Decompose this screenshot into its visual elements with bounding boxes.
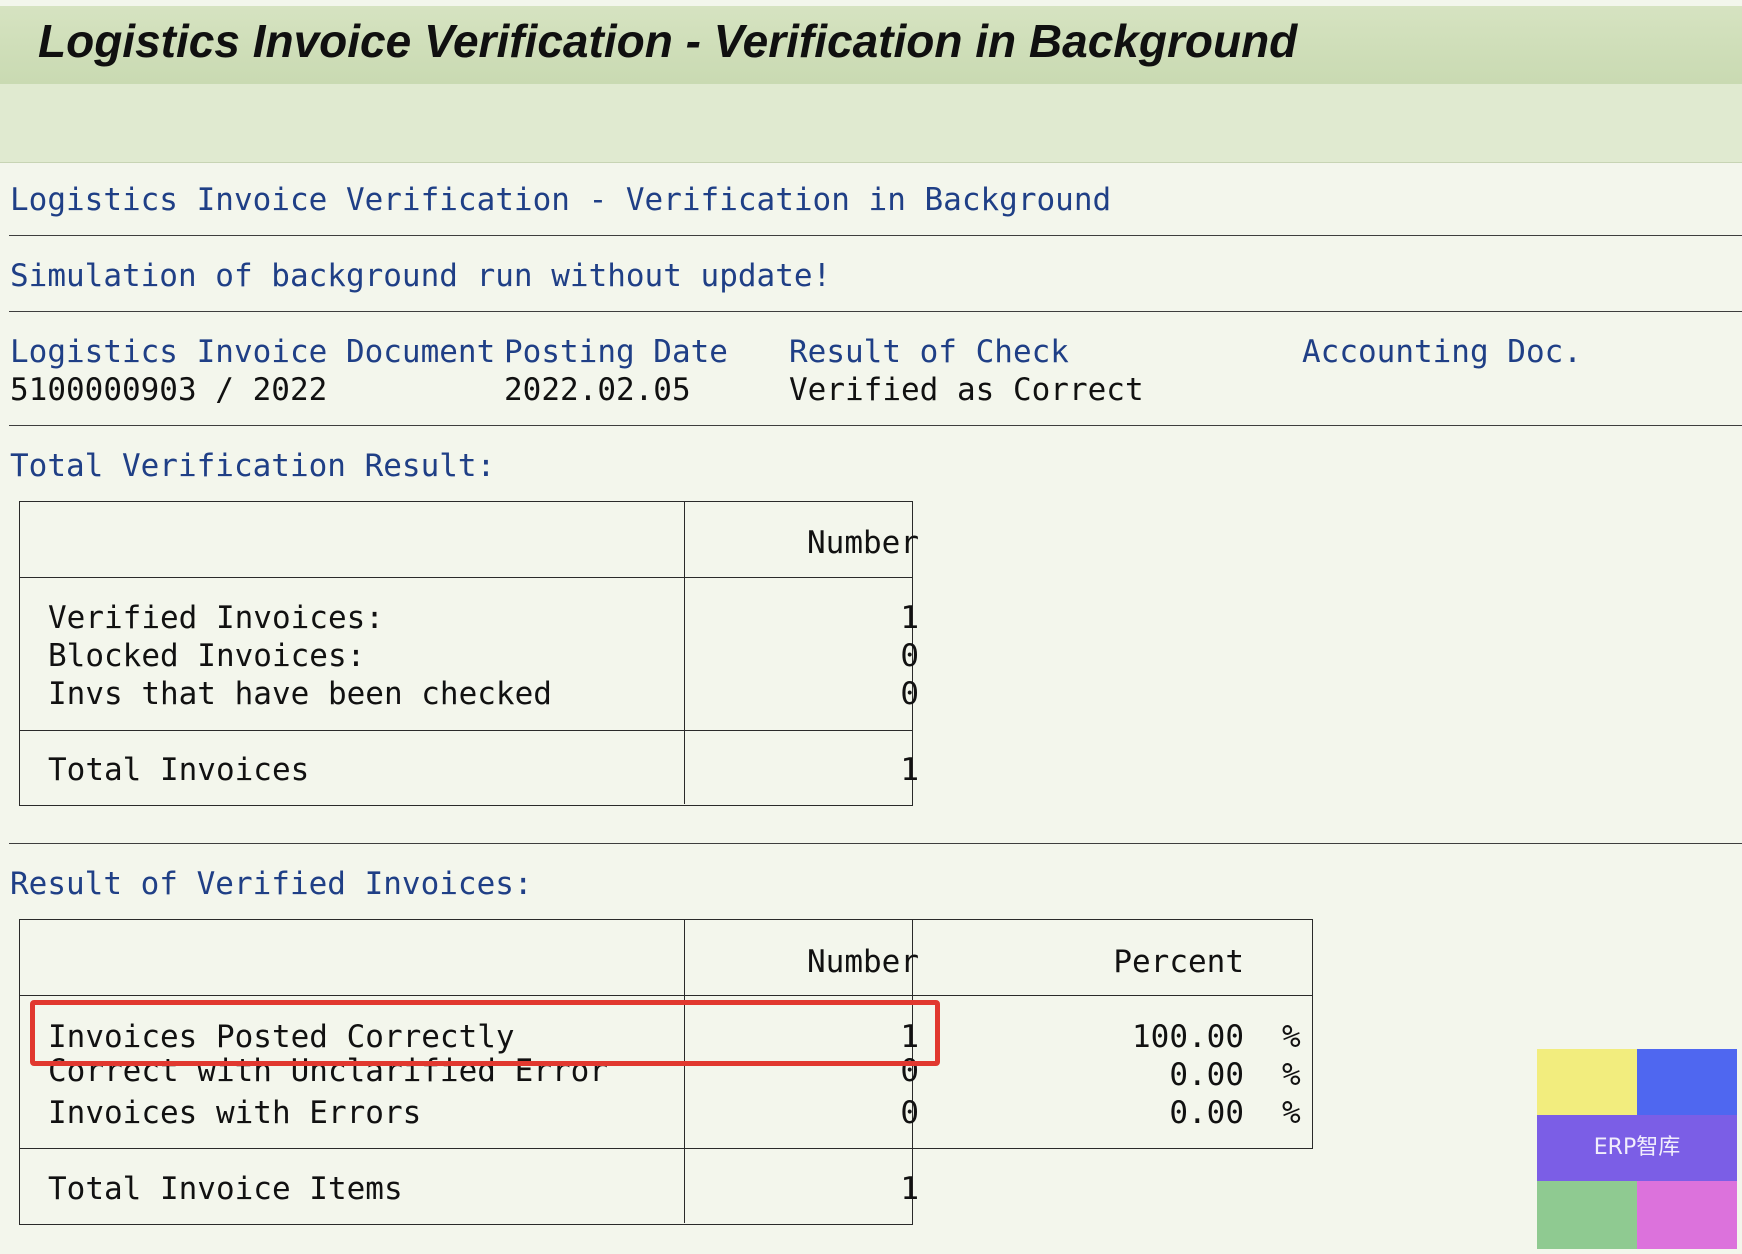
separator-line xyxy=(9,235,1742,236)
separator-line xyxy=(9,843,1742,844)
table-row-value: 0 xyxy=(900,638,919,674)
table-row-value: 1 xyxy=(900,600,919,636)
table-row-label: Invs that have been checked xyxy=(48,676,552,712)
title-bar: Logistics Invoice Verification - Verific… xyxy=(0,6,1742,85)
logo-tile-yellow xyxy=(1537,1049,1637,1115)
table-row-label: Verified Invoices: xyxy=(48,600,384,636)
percent-value: 0.00 xyxy=(1169,1095,1244,1131)
logo-tile-blue xyxy=(1637,1049,1737,1115)
result-of-check-value: Verified as Correct xyxy=(789,372,1144,408)
total-invoice-items-label: Total Invoice Items xyxy=(48,1171,403,1207)
logo-tile-green xyxy=(1537,1181,1637,1249)
verified-result-table: Number Invoices Posted Correctly 1 Corre… xyxy=(19,919,919,1225)
separator-line xyxy=(9,311,1742,312)
number-column-header: Number xyxy=(807,944,919,980)
percent-unit: % xyxy=(1282,1095,1301,1131)
column-header-accounting-doc: Accounting Doc. xyxy=(1302,334,1582,370)
separator-line xyxy=(9,425,1742,426)
number-column-header: Number xyxy=(807,525,919,561)
column-header-result: Result of Check xyxy=(789,334,1069,370)
total-result-heading: Total Verification Result: xyxy=(10,448,496,484)
table-row-label: Blocked Invoices: xyxy=(48,638,366,674)
simulation-note: Simulation of background run without upd… xyxy=(10,258,832,294)
erp-logo-watermark: ERP智库 xyxy=(1537,1049,1737,1249)
posting-date-value: 2022.02.05 xyxy=(504,372,691,408)
highlight-rectangle xyxy=(30,1000,940,1066)
percent-column-header: Percent xyxy=(1113,944,1244,980)
table-row-label: Invoices with Errors xyxy=(48,1095,422,1131)
total-invoices-label: Total Invoices xyxy=(48,752,310,788)
logo-tile-pink xyxy=(1637,1181,1737,1249)
column-header-posting-date: Posting Date xyxy=(504,334,728,370)
column-header-document: Logistics Invoice Document xyxy=(10,334,496,370)
verified-result-heading: Result of Verified Invoices: xyxy=(10,866,533,902)
total-invoice-items-value: 1 xyxy=(900,1171,919,1207)
application-toolbar xyxy=(0,84,1742,163)
report-heading: Logistics Invoice Verification - Verific… xyxy=(10,182,1112,218)
logo-text: ERP智库 xyxy=(1537,1115,1737,1181)
table-row-value: 0 xyxy=(900,676,919,712)
percent-unit: % xyxy=(1282,1019,1301,1055)
percent-column: Percent 100.00 % 0.00 % 0.00 % xyxy=(912,919,1313,1149)
percent-value: 100.00 xyxy=(1132,1019,1244,1055)
invoice-document-number[interactable]: 5100000903 / 2022 xyxy=(10,371,327,409)
total-invoices-value: 1 xyxy=(900,752,919,788)
total-result-table: Number Verified Invoices: 1 Blocked Invo… xyxy=(19,501,919,806)
table-row-value: 0 xyxy=(900,1095,919,1131)
percent-unit: % xyxy=(1282,1057,1301,1093)
window-title: Logistics Invoice Verification - Verific… xyxy=(38,15,1298,67)
percent-value: 0.00 xyxy=(1169,1057,1244,1093)
